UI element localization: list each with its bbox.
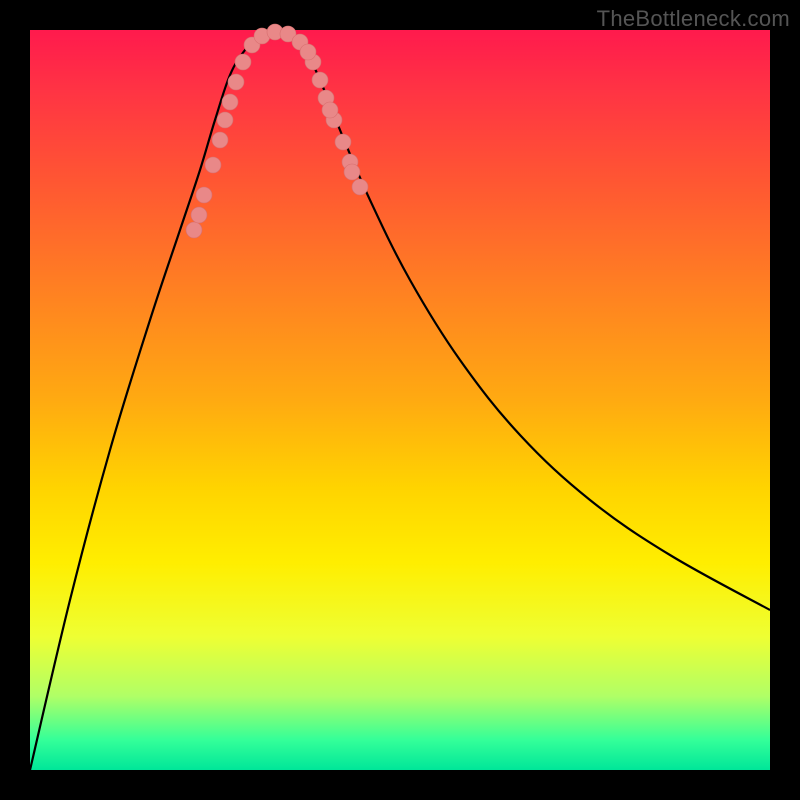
bead-marker xyxy=(217,112,233,128)
bead-marker xyxy=(222,94,238,110)
bead-marker xyxy=(300,44,316,60)
bead-marker xyxy=(196,187,212,203)
bead-marker xyxy=(235,54,251,70)
chart-frame: TheBottleneck.com xyxy=(0,0,800,800)
curve-layer xyxy=(30,30,770,770)
bead-marker xyxy=(212,132,228,148)
bead-marker xyxy=(191,207,207,223)
bead-marker xyxy=(344,164,360,180)
bead-marker xyxy=(205,157,221,173)
plot-area xyxy=(30,30,770,770)
bead-marker xyxy=(228,74,244,90)
bead-marker xyxy=(352,179,368,195)
bead-marker xyxy=(322,102,338,118)
bead-marker xyxy=(335,134,351,150)
watermark-text: TheBottleneck.com xyxy=(597,6,790,32)
bottleneck-curve xyxy=(30,30,770,770)
bead-marker xyxy=(312,72,328,88)
bead-marker xyxy=(186,222,202,238)
